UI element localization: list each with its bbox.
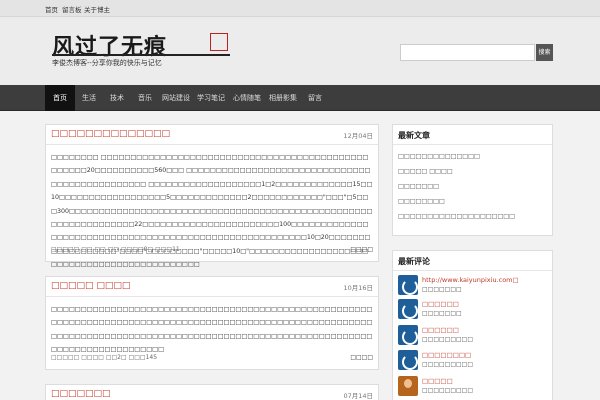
nav-item-life[interactable]: 生活 (75, 85, 103, 111)
post-date: 07月14日 (343, 392, 373, 400)
avatar (398, 350, 418, 370)
comment-author[interactable]: □□□□□□ (422, 326, 459, 334)
comment-author[interactable]: http://www.kaiyunpixiu.com□ (422, 276, 519, 284)
recent-post-link[interactable]: □□□□□ □□□□ (398, 168, 453, 175)
nav-item-notes[interactable]: 学习笔记 (193, 85, 229, 111)
post-date: 10月16日 (343, 284, 373, 292)
widget-title: 最新评论 (398, 257, 430, 266)
post-meta: □□□□□ □□□□ □□2□ □□□145 □□□□ (51, 354, 373, 361)
site-header: 风过了无痕 李俊杰博客--分享你我的快乐与记忆 搜索 (0, 17, 600, 85)
search-button[interactable]: 搜索 (536, 44, 553, 61)
top-link-guestbook[interactable]: 留言板 (62, 4, 82, 14)
post-meta-text: □□□□□ □□ □□ □□ □□□□0□ □□□11 (51, 246, 180, 253)
widget-title: 最新文章 (398, 131, 430, 140)
comment-author[interactable]: □□□□□□ (422, 300, 459, 308)
logo-underline (52, 54, 230, 56)
post-excerpt: □□□□□□□□□□□□□□□□□□□□□□□□□□□□□□□□□□□□□□□□… (51, 306, 373, 354)
post-card: □□□□□□□ 07月14日 (45, 384, 379, 400)
top-bar: 首页 留言板 关于博主 (0, 0, 600, 17)
nav-item-guestbook[interactable]: 留言 (301, 85, 329, 111)
post-title[interactable]: □□□□□ □□□□ (51, 281, 130, 291)
read-more-link[interactable]: □□□□ (350, 354, 373, 361)
divider (393, 144, 552, 145)
divider (46, 144, 378, 145)
nav-item-album[interactable]: 相册影集 (265, 85, 301, 111)
avatar (398, 325, 418, 345)
avatar (398, 275, 418, 295)
comment-item[interactable]: □□□□□□ □□□□□□□ (398, 299, 548, 321)
recent-post-link[interactable]: □□□□□□□□□□□□□□□□□□□□ (398, 213, 515, 220)
post-meta: □□□□□ □□ □□ □□ □□□□0□ □□□11 □□□□ (51, 246, 373, 253)
comment-text: □□□□□□□□□ (422, 361, 474, 368)
site-logo[interactable]: 风过了无痕 李俊杰博客--分享你我的快乐与记忆 (52, 29, 234, 73)
recent-post-link[interactable]: □□□□□□□□□□□□□□ (398, 153, 480, 160)
post-card: □□□□□ □□□□ 10月16日 □□□□□□□□□□□□□□□□□□□□□□… (45, 276, 379, 370)
divider (393, 270, 552, 271)
comment-author[interactable]: □□□□□□□□ (422, 351, 471, 359)
comment-text: □□□□□□□ (422, 286, 462, 293)
comment-item[interactable]: □□□□□□□□ □□□□□□□□□ (398, 350, 548, 372)
divider (46, 296, 378, 297)
avatar (398, 299, 418, 319)
read-more-link[interactable]: □□□□ (350, 246, 373, 253)
post-title[interactable]: □□□□□□□ (51, 389, 111, 399)
comment-author[interactable]: □□□□□ (422, 377, 453, 385)
nav-item-essays[interactable]: 心情随笔 (229, 85, 265, 111)
post-date: 12月04日 (343, 132, 373, 140)
post-card: □□□□□□□□□□□□□□ 12月04日 □□□□□□□□ □□□□□□□□□… (45, 124, 379, 268)
main-nav: 首页 生活 技术 音乐 网站建设 学习笔记 心情随笔 相册影集 留言 (0, 85, 600, 111)
top-link-home[interactable]: 首页 (45, 4, 58, 14)
site-title: 风过了无痕 (52, 34, 168, 60)
search-input[interactable] (400, 44, 535, 61)
comment-item[interactable]: □□□□□ □□□□□□□□□ (398, 376, 548, 398)
seal-stamp (210, 33, 228, 51)
comment-text: □□□□□□□□□ (422, 336, 474, 343)
top-link-about[interactable]: 关于博主 (84, 4, 110, 14)
nav-item-tech[interactable]: 技术 (103, 85, 131, 111)
comment-item[interactable]: http://www.kaiyunpixiu.com□ □□□□□□□ (398, 275, 548, 297)
recent-post-link[interactable]: □□□□□□□□ (398, 198, 445, 205)
recent-comments-widget: 最新评论 http://www.kaiyunpixiu.com□ □□□□□□□… (392, 250, 553, 400)
avatar (398, 376, 418, 396)
nav-item-home[interactable]: 首页 (45, 85, 75, 111)
nav-item-music[interactable]: 音乐 (131, 85, 159, 111)
post-title[interactable]: □□□□□□□□□□□□□□ (51, 129, 170, 139)
comment-text: □□□□□□□ (422, 310, 462, 317)
comment-item[interactable]: □□□□□□ □□□□□□□□□ (398, 325, 548, 347)
recent-post-link[interactable]: □□□□□□□ (398, 183, 439, 190)
post-meta-text: □□□□□ □□□□ □□2□ □□□145 (51, 354, 158, 361)
recent-posts-widget: 最新文章 □□□□□□□□□□□□□□ □□□□□ □□□□ □□□□□□□ □… (392, 124, 553, 236)
comment-text: □□□□□□□□□ (422, 387, 474, 394)
site-subtitle: 李俊杰博客--分享你我的快乐与记忆 (52, 59, 162, 67)
post-excerpt: □□□□□□□□ □□□□□□□□□□□□□□□□□□□□□□□□□□□□□□□… (51, 154, 373, 269)
nav-item-webdev[interactable]: 网站建设 (159, 85, 193, 111)
